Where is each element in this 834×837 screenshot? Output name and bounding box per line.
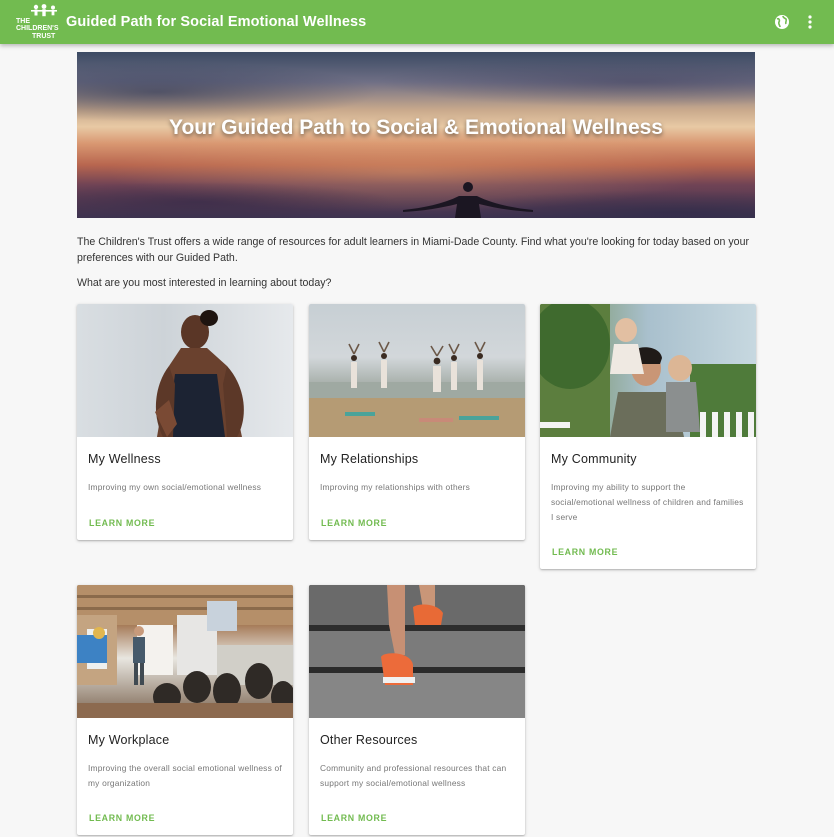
card-my-workplace[interactable]: My Workplace Improving the overall socia…: [77, 585, 293, 835]
wellness-image: [77, 304, 293, 437]
hero-title: Your Guided Path to Social & Emotional W…: [169, 116, 663, 139]
card-title: My Community: [551, 452, 637, 466]
svg-text:THE: THE: [16, 18, 30, 25]
card-description: Community and professional resources tha…: [320, 763, 507, 788]
learn-more-link[interactable]: LEARN MORE: [321, 518, 387, 528]
other-resources-image: [309, 585, 525, 718]
card-title: My Relationships: [320, 452, 419, 466]
card-description: Improving my own social/emotional wellne…: [88, 482, 262, 492]
card-my-wellness[interactable]: My Wellness Improving my own social/emot…: [77, 304, 293, 540]
card-description: Improving my ability to support the soci…: [551, 482, 744, 522]
card-my-relationships[interactable]: My Relationships Improving my relationsh…: [309, 304, 525, 540]
intro-text: The Children's Trust offers a wide range…: [77, 236, 749, 264]
card-title: Other Resources: [320, 733, 418, 747]
hero-banner: Your Guided Path to Social & Emotional W…: [77, 52, 755, 218]
app-bar: THE CHILDREN'S TRUST Guided Path for Soc…: [0, 0, 834, 44]
svg-text:TRUST: TRUST: [32, 33, 56, 40]
globe-icon[interactable]: [768, 8, 796, 36]
learn-more-link[interactable]: LEARN MORE: [552, 547, 618, 557]
card-description: Improving my relationships with others: [320, 482, 471, 492]
relationships-image: [309, 304, 525, 437]
svg-text:CHILDREN'S: CHILDREN'S: [16, 25, 59, 32]
interest-question: What are you most interested in learning…: [77, 277, 332, 289]
workplace-image: [77, 585, 293, 718]
card-other-resources[interactable]: Other Resources Community and profession…: [309, 585, 525, 835]
app-bar-actions: [768, 8, 824, 36]
card-description: Improving the overall social emotional w…: [88, 763, 282, 788]
learn-more-link[interactable]: LEARN MORE: [321, 813, 387, 823]
app-title: Guided Path for Social Emotional Wellnes…: [66, 14, 367, 30]
learn-more-link[interactable]: LEARN MORE: [89, 518, 155, 528]
card-my-community[interactable]: My Community Improving my ability to sup…: [540, 304, 756, 569]
more-vert-icon[interactable]: [796, 8, 824, 36]
card-title: My Workplace: [88, 733, 170, 747]
card-title: My Wellness: [88, 452, 161, 466]
person-silhouette: [403, 182, 533, 218]
childrens-trust-logo[interactable]: THE CHILDREN'S TRUST: [14, 3, 62, 41]
learn-more-link[interactable]: LEARN MORE: [89, 813, 155, 823]
community-image: [540, 304, 756, 437]
